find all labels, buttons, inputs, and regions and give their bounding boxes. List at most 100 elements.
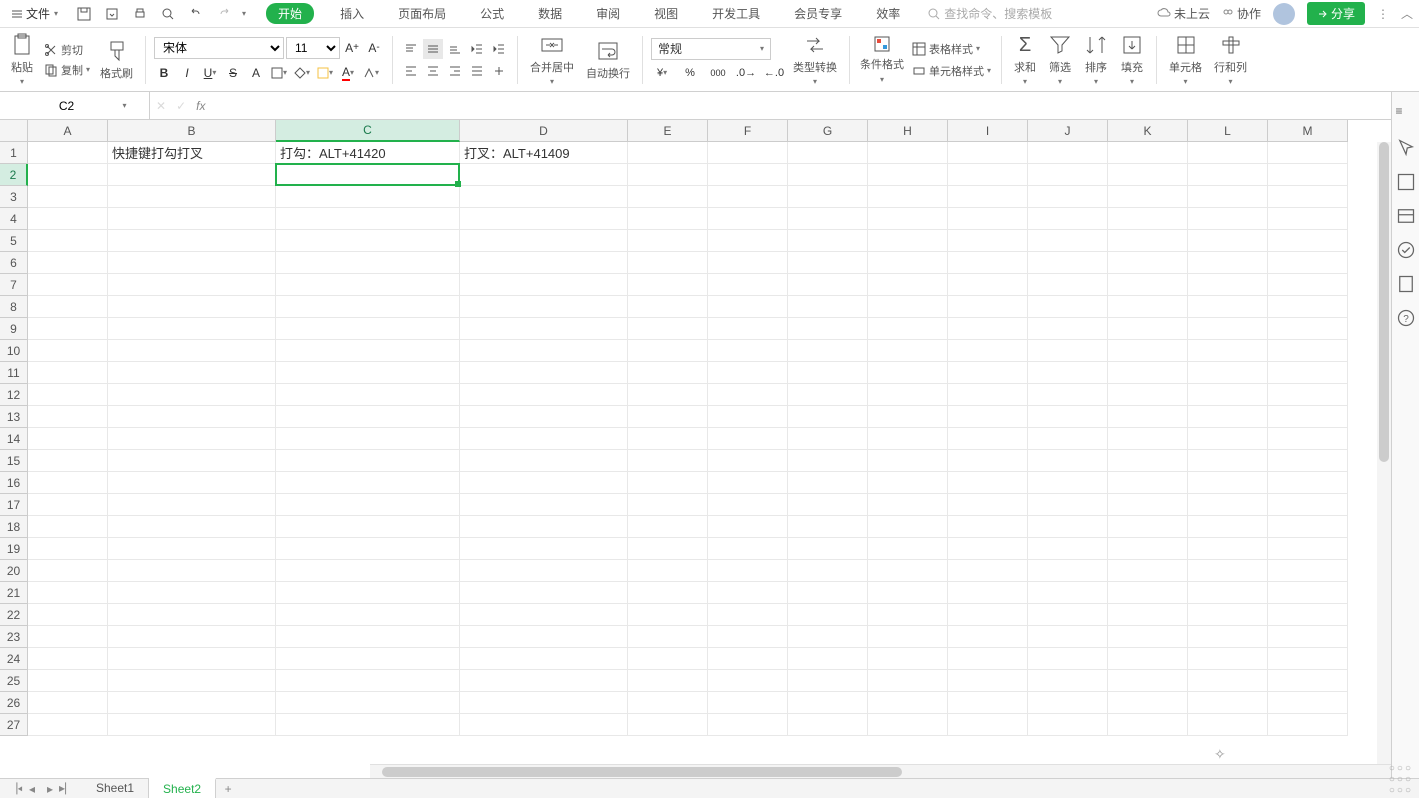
- cell-C1[interactable]: 打勾：ALT+41420: [276, 142, 460, 164]
- col-header-L[interactable]: L: [1188, 120, 1268, 142]
- row-header-6[interactable]: 6: [0, 252, 28, 274]
- strike-button[interactable]: S: [223, 63, 243, 83]
- name-box-input[interactable]: [16, 99, 116, 113]
- increase-decimal-button[interactable]: .0→: [735, 64, 757, 82]
- row-header-1[interactable]: 1: [0, 142, 28, 164]
- row-header-23[interactable]: 23: [0, 626, 28, 648]
- indent-decrease-button[interactable]: [467, 39, 487, 59]
- cell-button[interactable]: 单元格▾: [1165, 31, 1206, 88]
- comma-button[interactable]: 000: [707, 64, 729, 82]
- row-header-15[interactable]: 15: [0, 450, 28, 472]
- italic-button[interactable]: I: [177, 63, 197, 83]
- align-bottom-button[interactable]: [445, 39, 465, 59]
- avatar[interactable]: [1273, 3, 1295, 25]
- increase-font-icon[interactable]: A+: [342, 38, 362, 58]
- sort-button[interactable]: 排序▾: [1080, 31, 1112, 88]
- row-header-17[interactable]: 17: [0, 494, 28, 516]
- fill-button[interactable]: 填充▾: [1116, 31, 1148, 88]
- cancel-fx-icon[interactable]: ✕: [156, 99, 166, 113]
- row-header-25[interactable]: 25: [0, 670, 28, 692]
- preview-icon[interactable]: [158, 4, 178, 24]
- wrap-button[interactable]: 自动换行: [582, 37, 634, 83]
- cut-button[interactable]: 剪切: [42, 41, 92, 59]
- row-header-2[interactable]: 2: [0, 164, 28, 186]
- filter-button[interactable]: 筛选▾: [1044, 31, 1076, 88]
- align-middle-button[interactable]: [423, 39, 443, 59]
- number-format-select[interactable]: 常规▾: [651, 38, 771, 60]
- underline-button[interactable]: U▾: [200, 63, 220, 83]
- cloud-status[interactable]: 未上云: [1157, 5, 1210, 22]
- row-header-20[interactable]: 20: [0, 560, 28, 582]
- row-header-3[interactable]: 3: [0, 186, 28, 208]
- cells-area[interactable]: 快捷键打勾打叉打勾：ALT+41420打叉：ALT+41409: [28, 142, 1348, 736]
- highlight-button[interactable]: ▾: [361, 63, 381, 83]
- name-box[interactable]: ▾: [0, 92, 150, 119]
- col-header-B[interactable]: B: [108, 120, 276, 142]
- align-justify-button[interactable]: [467, 61, 487, 81]
- merge-button[interactable]: 合并居中▾: [526, 31, 578, 88]
- font-size-select[interactable]: 11: [286, 37, 340, 59]
- accept-fx-icon[interactable]: ✓: [176, 99, 186, 113]
- redo-icon[interactable]: [214, 4, 234, 24]
- row-header-14[interactable]: 14: [0, 428, 28, 450]
- percent-button[interactable]: %: [679, 64, 701, 82]
- menu-tab-0[interactable]: 开始: [266, 3, 314, 24]
- table-style-button[interactable]: 表格样式▾: [910, 40, 993, 58]
- scroll-thumb[interactable]: [1379, 142, 1389, 462]
- col-header-A[interactable]: A: [28, 120, 108, 142]
- sum-button[interactable]: Σ求和▾: [1010, 32, 1040, 88]
- more-icon[interactable]: ⋮: [1377, 7, 1389, 21]
- qa-more-icon[interactable]: ▾: [242, 9, 246, 18]
- row-header-18[interactable]: 18: [0, 516, 28, 538]
- align-center-button[interactable]: [423, 61, 443, 81]
- row-header-11[interactable]: 11: [0, 362, 28, 384]
- menu-tab-6[interactable]: 视图: [646, 1, 686, 26]
- panel-collapse-icon[interactable]: ≡: [1396, 104, 1416, 124]
- row-header-21[interactable]: 21: [0, 582, 28, 604]
- cell-D1[interactable]: 打叉：ALT+41409: [460, 142, 628, 164]
- row-header-24[interactable]: 24: [0, 648, 28, 670]
- menu-tab-5[interactable]: 审阅: [588, 1, 628, 26]
- fx-icon[interactable]: fx: [196, 99, 205, 113]
- currency-button[interactable]: ¥▾: [651, 64, 673, 82]
- font-color-button[interactable]: A▾: [338, 63, 358, 83]
- cursor-icon[interactable]: [1396, 138, 1416, 158]
- row-header-12[interactable]: 12: [0, 384, 28, 406]
- menu-tab-2[interactable]: 页面布局: [390, 1, 454, 26]
- align-right-button[interactable]: [445, 61, 465, 81]
- row-header-5[interactable]: 5: [0, 230, 28, 252]
- resize-grip-icon[interactable]: ○○○○○○○○○: [1389, 763, 1413, 796]
- row-header-8[interactable]: 8: [0, 296, 28, 318]
- col-header-I[interactable]: I: [948, 120, 1028, 142]
- indent-increase-button[interactable]: [489, 39, 509, 59]
- menu-tab-8[interactable]: 会员专享: [786, 1, 850, 26]
- row-header-16[interactable]: 16: [0, 472, 28, 494]
- fill-color-button[interactable]: ▾: [292, 63, 312, 83]
- help-icon[interactable]: ?: [1396, 308, 1416, 328]
- font-name-select[interactable]: 宋体: [154, 37, 284, 59]
- chevron-down-icon[interactable]: ▾: [122, 101, 126, 110]
- sheet-next-icon[interactable]: ▸: [42, 781, 58, 797]
- col-header-C[interactable]: C: [276, 120, 460, 142]
- col-header-E[interactable]: E: [628, 120, 708, 142]
- cell-B1[interactable]: 快捷键打勾打叉: [108, 142, 276, 164]
- add-sheet-button[interactable]: +: [216, 782, 240, 796]
- decrease-decimal-button[interactable]: ←.0: [763, 64, 785, 82]
- clipboard-panel-icon[interactable]: [1396, 274, 1416, 294]
- format-painter-button[interactable]: 格式刷: [96, 37, 137, 83]
- row-header-9[interactable]: 9: [0, 318, 28, 340]
- col-header-H[interactable]: H: [868, 120, 948, 142]
- row-header-4[interactable]: 4: [0, 208, 28, 230]
- menu-tab-9[interactable]: 效率: [868, 1, 908, 26]
- save-icon[interactable]: [74, 4, 94, 24]
- file-menu[interactable]: 文件 ▾: [6, 3, 64, 24]
- col-header-M[interactable]: M: [1268, 120, 1348, 142]
- row-header-13[interactable]: 13: [0, 406, 28, 428]
- align-left-button[interactable]: [401, 61, 421, 81]
- type-convert-button[interactable]: 类型转换▾: [789, 31, 841, 88]
- menu-tab-3[interactable]: 公式: [472, 1, 512, 26]
- panel-icon[interactable]: [1396, 172, 1416, 192]
- menu-tab-7[interactable]: 开发工具: [704, 1, 768, 26]
- select-all-corner[interactable]: [0, 120, 28, 142]
- sheet-tab-Sheet1[interactable]: Sheet1: [82, 779, 149, 798]
